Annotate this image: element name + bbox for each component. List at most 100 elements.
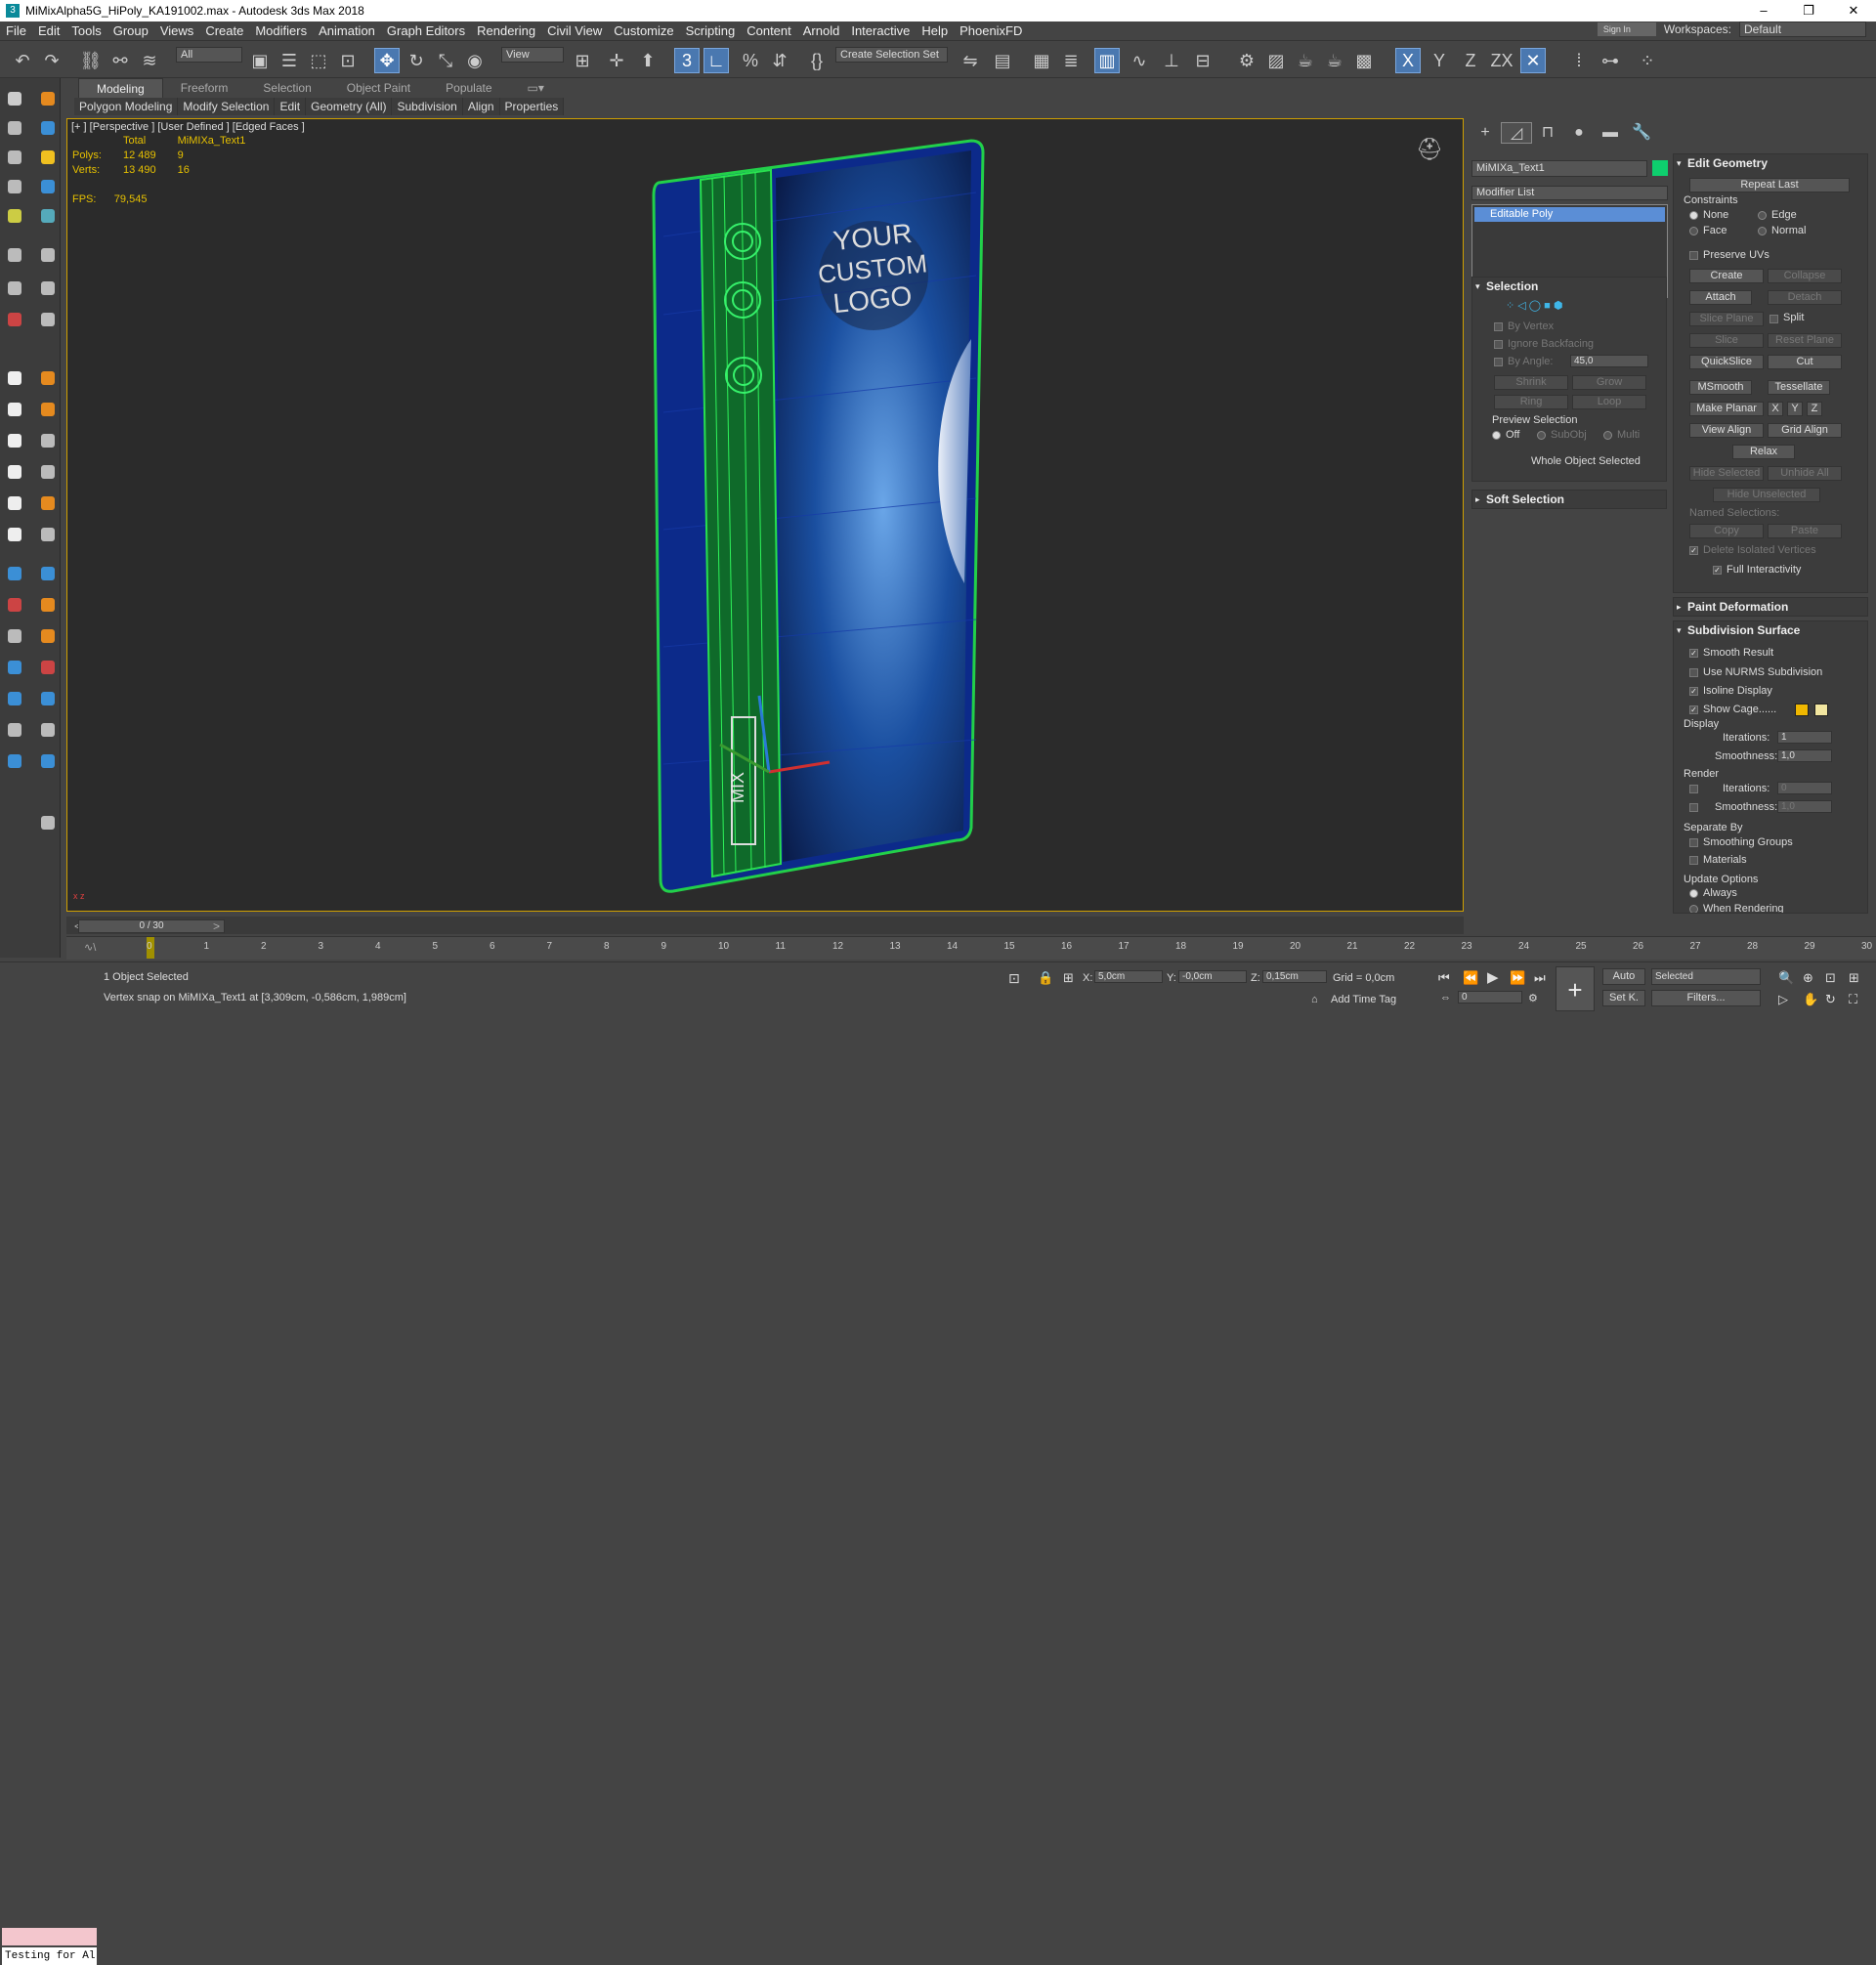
motion-tab-icon[interactable]: ● bbox=[1563, 122, 1595, 144]
panel-polygon-modeling[interactable]: Polygon Modeling bbox=[74, 98, 179, 115]
box-icon[interactable] bbox=[8, 403, 21, 416]
percent-snap-icon[interactable]: % bbox=[738, 48, 763, 73]
utilities-tab-icon[interactable]: 🔧 bbox=[1626, 122, 1657, 144]
keyboard-shortcut-icon[interactable]: ⬆ bbox=[635, 48, 661, 73]
panel-edit[interactable]: Edit bbox=[275, 98, 307, 115]
y-coord-field[interactable]: -0,0cm bbox=[1178, 970, 1247, 983]
reset-plane-button[interactable]: Reset Plane bbox=[1768, 333, 1842, 348]
axis-constraint-icon[interactable]: ✕ bbox=[1520, 48, 1546, 73]
panel-modify-selection[interactable]: Modify Selection bbox=[178, 98, 276, 115]
menu-modifiers[interactable]: Modifiers bbox=[249, 21, 313, 41]
constraint-normal-radio[interactable] bbox=[1758, 227, 1767, 235]
zoom-icon[interactable]: 🔍 bbox=[1778, 970, 1794, 986]
constraint-face-radio[interactable] bbox=[1689, 227, 1698, 235]
maxscript-mini-listener[interactable]: Testing for Al bbox=[2, 1947, 97, 1965]
nurms-checkbox[interactable] bbox=[1689, 668, 1698, 677]
panel-subdivision[interactable]: Subdivision bbox=[392, 98, 463, 115]
blue-tool6-icon[interactable] bbox=[8, 754, 21, 768]
menu-edit[interactable]: Edit bbox=[32, 21, 65, 41]
fire-icon[interactable] bbox=[41, 496, 55, 510]
auto-key-button[interactable]: Auto bbox=[1602, 968, 1645, 985]
blue-tool3-icon[interactable] bbox=[8, 661, 21, 674]
viewport-layout-icon[interactable] bbox=[8, 92, 21, 106]
edit-geometry-header[interactable]: Edit Geometry bbox=[1674, 154, 1867, 172]
x-coord-field[interactable]: 5,0cm bbox=[1094, 970, 1163, 983]
pivot-center-icon[interactable]: ⊞ bbox=[570, 48, 595, 73]
slice-button[interactable]: Slice bbox=[1689, 333, 1764, 348]
scale-icon[interactable]: ⤡ bbox=[433, 48, 458, 73]
next-frame-icon[interactable]: ⏩ bbox=[1510, 970, 1525, 986]
render-setup-icon[interactable]: ⚙ bbox=[1234, 48, 1259, 73]
undo-icon[interactable]: ↶ bbox=[10, 48, 35, 73]
tab-object-paint[interactable]: Object Paint bbox=[329, 78, 428, 98]
axis-zx-button[interactable]: ZX bbox=[1489, 48, 1514, 73]
slice-plane-button[interactable]: Slice Plane bbox=[1689, 312, 1764, 326]
grey-tool-icon[interactable] bbox=[8, 629, 21, 643]
menu-content[interactable]: Content bbox=[741, 21, 797, 41]
help-icon[interactable] bbox=[41, 816, 55, 830]
shrink-button[interactable]: Shrink bbox=[1494, 375, 1568, 390]
preview-subobj-radio[interactable] bbox=[1537, 431, 1546, 440]
material-editor-icon[interactable]: ⊟ bbox=[1190, 48, 1215, 73]
edit-named-sel-icon[interactable]: {} bbox=[804, 48, 830, 73]
workspace-dropdown[interactable]: Default bbox=[1739, 21, 1866, 37]
subdivision-surface-header[interactable]: Subdivision Surface bbox=[1674, 621, 1867, 639]
object-name-field[interactable]: MiMIXa_Text1 bbox=[1471, 160, 1647, 177]
rendered-frame-icon[interactable]: ▨ bbox=[1263, 48, 1289, 73]
spinner-snap-icon[interactable]: ⇵ bbox=[767, 48, 792, 73]
modifier-icon[interactable] bbox=[41, 434, 55, 448]
by-vertex-checkbox[interactable] bbox=[1494, 322, 1503, 331]
render-iterations-spinner[interactable]: 0 bbox=[1777, 782, 1832, 794]
time-config-icon[interactable]: ⚙ bbox=[1528, 992, 1538, 1004]
render-active-icon[interactable]: ☕ bbox=[1322, 48, 1347, 73]
create-tab-icon[interactable]: + bbox=[1470, 122, 1501, 144]
plane-icon[interactable] bbox=[8, 528, 21, 541]
maximize-button[interactable]: ❐ bbox=[1786, 0, 1831, 21]
create-tool-icon[interactable] bbox=[41, 92, 55, 106]
display-smoothness-spinner[interactable]: 1,0 bbox=[1777, 749, 1832, 762]
menu-group[interactable]: Group bbox=[107, 21, 154, 41]
record-icon[interactable] bbox=[8, 313, 21, 326]
object-color-swatch[interactable] bbox=[1652, 160, 1668, 176]
constraint-none-radio[interactable] bbox=[1689, 211, 1698, 220]
smooth-result-checkbox[interactable]: ✓ bbox=[1689, 649, 1698, 658]
layout4-icon[interactable] bbox=[8, 209, 21, 223]
msmooth-button[interactable]: MSmooth bbox=[1689, 380, 1752, 395]
ring-button[interactable]: Ring bbox=[1494, 395, 1568, 409]
split-checkbox[interactable] bbox=[1769, 315, 1778, 323]
sel-mode-icons[interactable]: ⁘ ◁ ◯ ■ ⬢ bbox=[1506, 299, 1562, 312]
create-button[interactable]: Create bbox=[1689, 269, 1764, 283]
orbit-icon[interactable]: ↻ bbox=[1825, 992, 1836, 1007]
rotate-icon[interactable]: ↻ bbox=[404, 48, 429, 73]
display-iterations-spinner[interactable]: 1 bbox=[1777, 731, 1832, 744]
render-smoothness-spinner[interactable]: 1,0 bbox=[1777, 800, 1832, 813]
menu-arnold[interactable]: Arnold bbox=[797, 21, 846, 41]
render-iterations-checkbox[interactable] bbox=[1689, 785, 1698, 793]
fov-icon[interactable]: ▷ bbox=[1778, 992, 1788, 1007]
menu-file[interactable]: File bbox=[0, 21, 32, 41]
blue-tool7-icon[interactable] bbox=[41, 754, 55, 768]
isolate-selection-icon[interactable]: ⊡ bbox=[1008, 970, 1020, 987]
play-animation-icon[interactable]: ▶ bbox=[1487, 968, 1499, 986]
planar-x-button[interactable]: X bbox=[1768, 402, 1783, 416]
time-slider[interactable]: 0 / 30 bbox=[78, 919, 225, 933]
orange-tool2-icon[interactable] bbox=[41, 629, 55, 643]
panel-align[interactable]: Align bbox=[462, 98, 500, 115]
tab-freeform[interactable]: Freeform bbox=[163, 78, 246, 98]
layout2-icon[interactable] bbox=[8, 150, 21, 164]
show-cage-checkbox[interactable]: ✓ bbox=[1689, 705, 1698, 714]
render-icon[interactable]: ☕ bbox=[1293, 48, 1318, 73]
select-by-name-icon[interactable]: ☰ bbox=[277, 48, 302, 73]
display-tab-icon[interactable]: ▬ bbox=[1595, 122, 1626, 144]
menu-views[interactable]: Views bbox=[154, 21, 199, 41]
planar-y-button[interactable]: Y bbox=[1787, 402, 1803, 416]
menu-civil-view[interactable]: Civil View bbox=[541, 21, 608, 41]
axis-x-button[interactable]: X bbox=[1395, 48, 1421, 73]
layout3-icon[interactable] bbox=[8, 180, 21, 193]
lights-icon[interactable] bbox=[41, 150, 55, 164]
angle-spinner[interactable]: 45,0 bbox=[1570, 355, 1648, 367]
view-align-button[interactable]: View Align bbox=[1689, 423, 1764, 438]
bind-spacewarp-icon[interactable]: ≋ bbox=[137, 48, 162, 73]
pause2-icon[interactable] bbox=[41, 281, 55, 295]
cone-icon[interactable] bbox=[8, 465, 21, 479]
